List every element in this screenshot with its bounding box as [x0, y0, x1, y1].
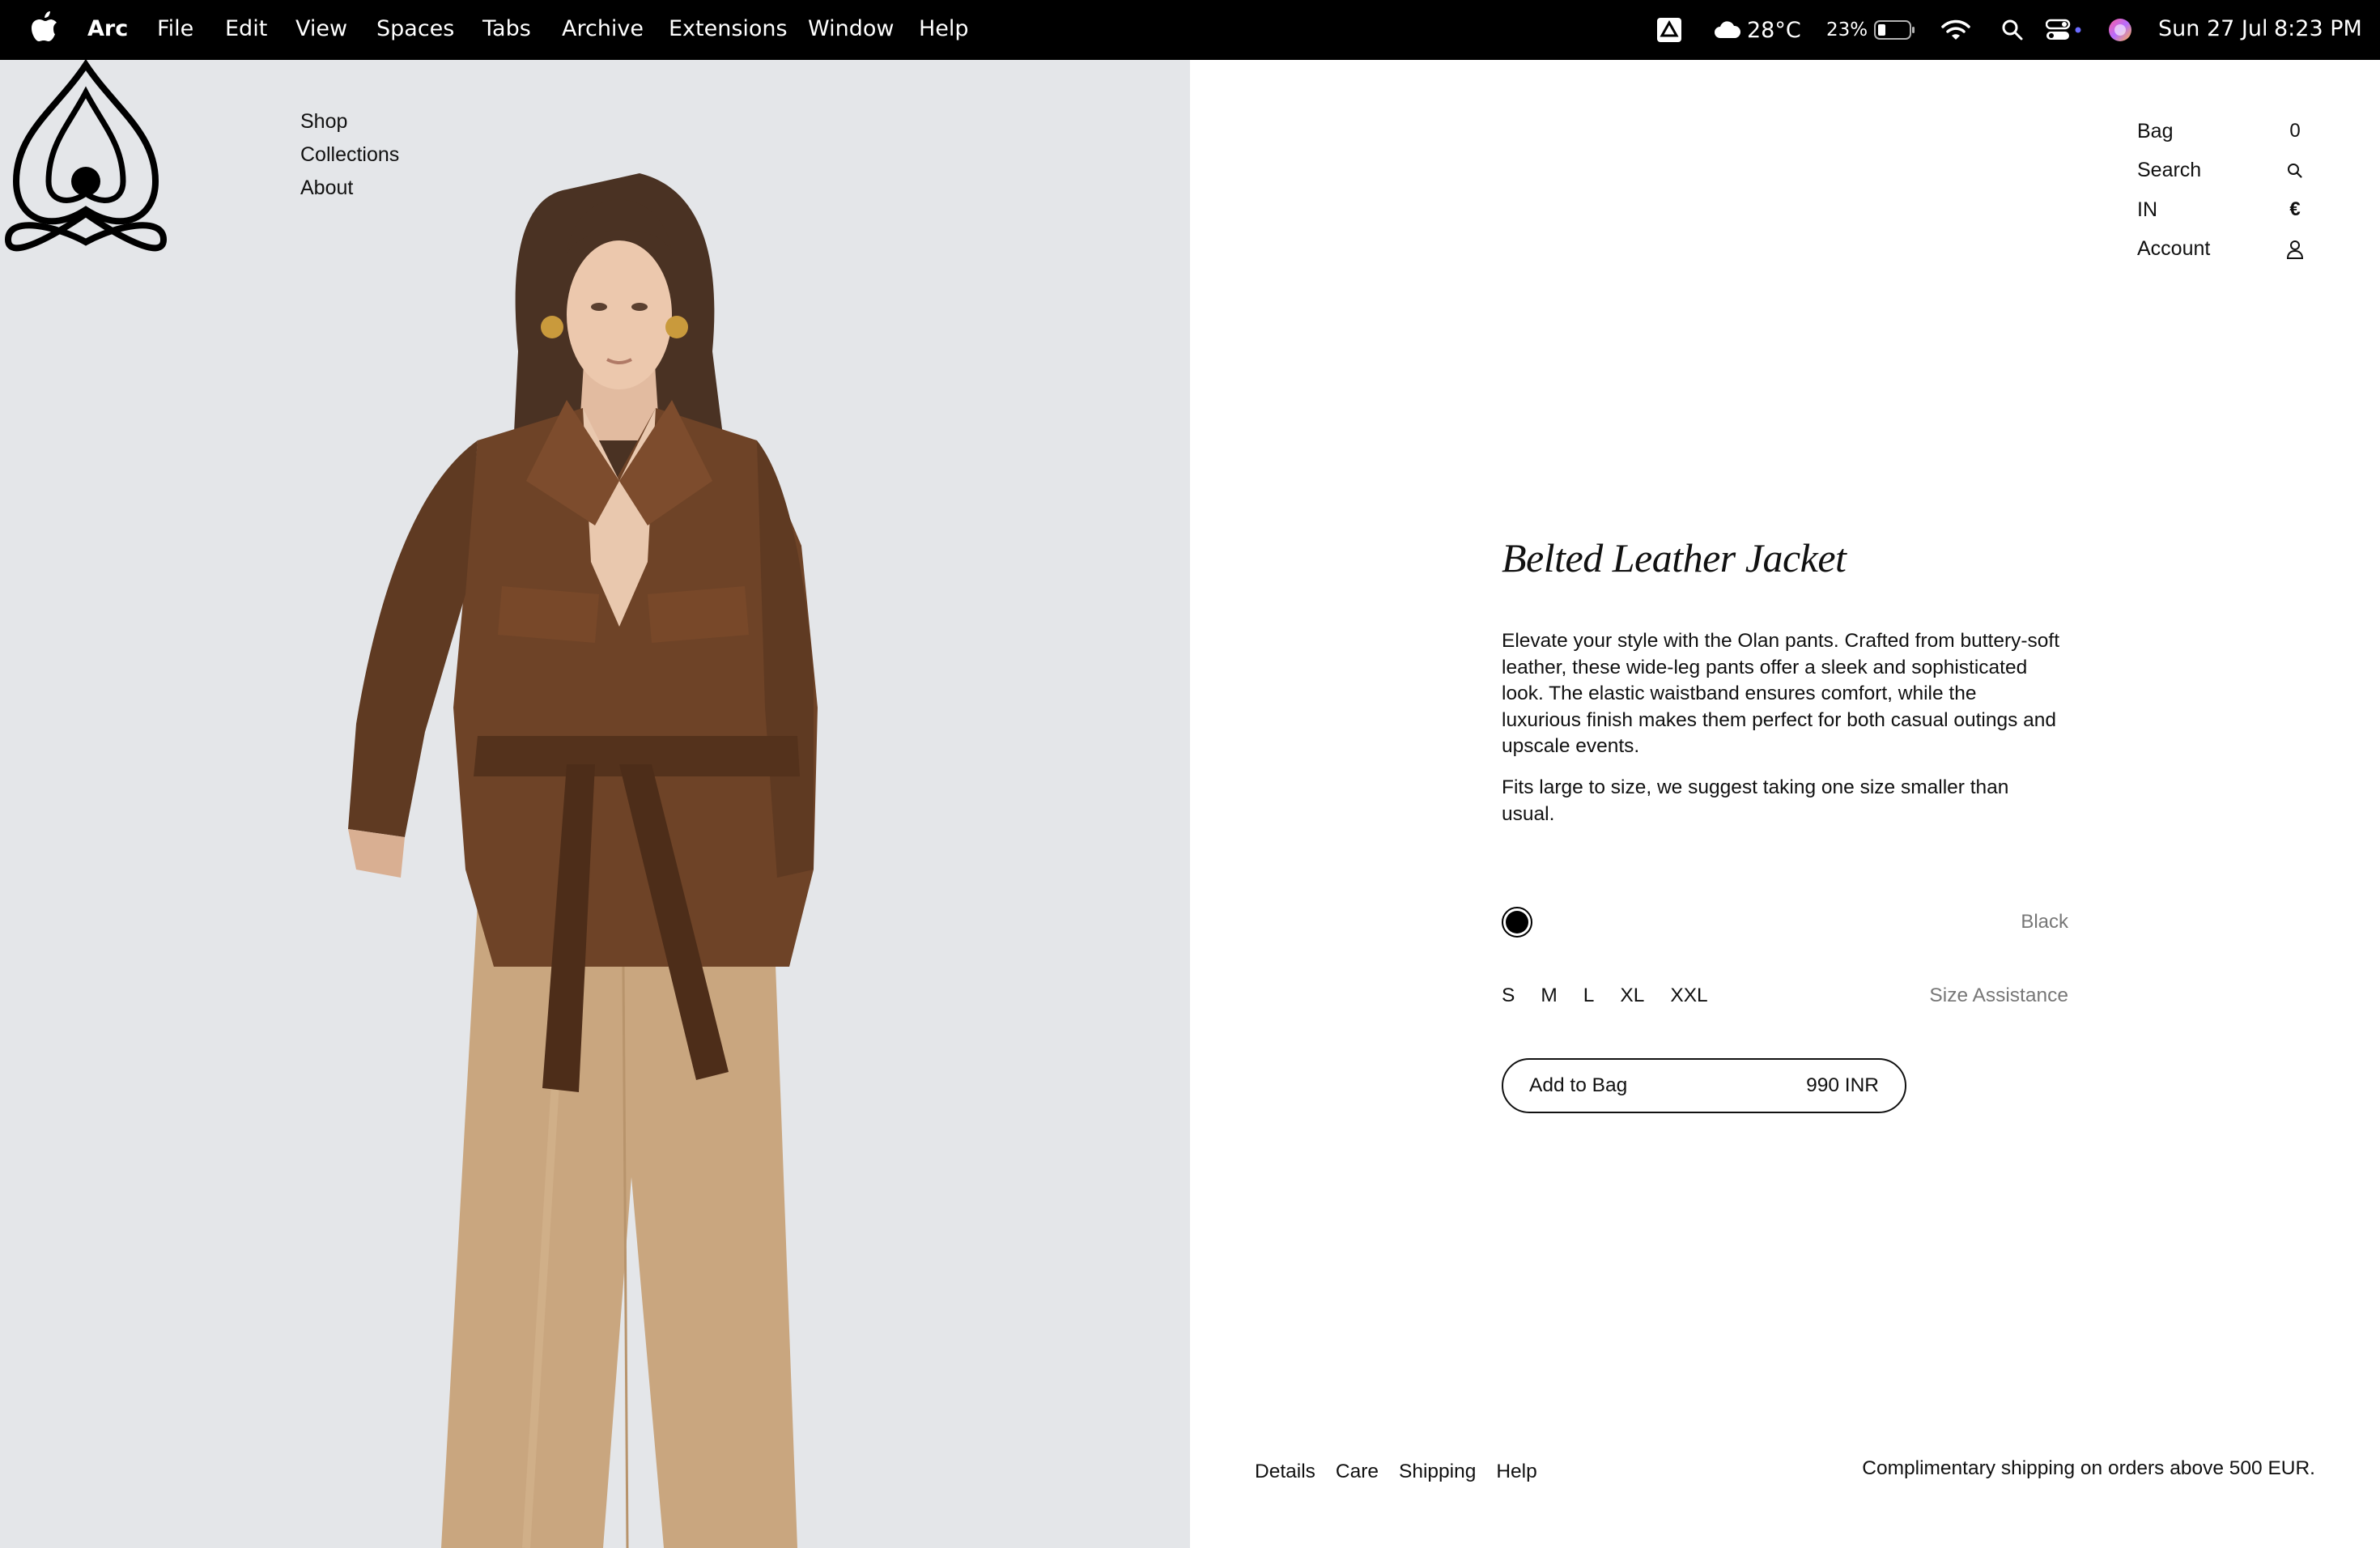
account-label: Account	[2137, 237, 2211, 261]
user-icon	[2283, 240, 2307, 259]
region-label: IN	[2137, 198, 2157, 221]
menu-archive[interactable]: Archive	[562, 16, 644, 41]
currency-symbol: €	[2289, 198, 2301, 221]
search-icon	[2283, 163, 2307, 179]
size-selector: S M L XL XXL Size Assistance	[1502, 980, 2068, 1012]
size-options: S M L XL XXL	[1502, 985, 1734, 1007]
color-swatch-fill	[1506, 911, 1528, 933]
add-to-bag-button[interactable]: Add to Bag 990 INR	[1502, 1058, 1906, 1113]
weather-widget[interactable]: 28°C	[1713, 0, 1801, 60]
footer-link-care[interactable]: Care	[1336, 1461, 1379, 1483]
footer-link-shipping[interactable]: Shipping	[1399, 1461, 1476, 1483]
product-title: Belted Leather Jacket	[1502, 535, 1847, 580]
size-option-s[interactable]: S	[1502, 985, 1515, 1007]
drive-icon[interactable]	[1656, 0, 1682, 60]
menubar-date[interactable]: Sun 27 Jul	[2158, 16, 2267, 41]
menu-spaces[interactable]: Spaces	[376, 16, 454, 41]
size-option-xxl[interactable]: XXL	[1670, 985, 1707, 1007]
menu-window[interactable]: Window	[808, 16, 894, 41]
region-selector[interactable]: IN €	[2137, 190, 2307, 230]
utility-nav: Bag 0 Search IN € Account	[2137, 112, 2307, 269]
bag-link[interactable]: Bag 0	[2137, 112, 2307, 151]
product-photo: Shop Collections About	[0, 60, 1190, 1548]
main-nav: Shop Collections About	[300, 105, 399, 205]
search-link[interactable]: Search	[2137, 151, 2307, 191]
size-option-l[interactable]: L	[1583, 985, 1595, 1007]
footer-link-details[interactable]: Details	[1255, 1461, 1315, 1483]
apple-logo-icon[interactable]	[31, 11, 58, 44]
menu-view[interactable]: View	[295, 16, 347, 41]
search-label: Search	[2137, 159, 2202, 182]
menu-file[interactable]: File	[157, 16, 193, 41]
shipping-note: Complimentary shipping on orders above 5…	[1862, 1457, 2315, 1479]
control-center-icon[interactable]	[2046, 0, 2083, 60]
spotlight-search-icon[interactable]	[2001, 0, 2024, 60]
siri-icon[interactable]	[2107, 0, 2133, 60]
product-description-block: Elevate your style with the Olan pants. …	[1502, 628, 2060, 827]
nav-link-collections[interactable]: Collections	[300, 138, 399, 172]
bag-label: Bag	[2137, 119, 2174, 142]
product-price: 990 INR	[1806, 1074, 1879, 1096]
bag-count: 0	[2289, 120, 2301, 142]
macos-menu-bar: Arc File Edit View Spaces Tabs Archive E…	[0, 0, 2380, 60]
account-link[interactable]: Account	[2137, 230, 2307, 270]
product-description: Elevate your style with the Olan pants. …	[1502, 630, 2060, 758]
menu-extensions[interactable]: Extensions	[669, 16, 788, 41]
battery-widget[interactable]: 23%	[1826, 0, 1916, 60]
wifi-icon[interactable]	[1941, 0, 1970, 60]
menu-app-arc[interactable]: Arc	[87, 16, 128, 41]
color-selector: Black	[1502, 904, 2068, 941]
battery-icon	[1874, 20, 1915, 40]
product-info: Belted Leather Jacket Elevate your style…	[1502, 534, 2068, 1113]
add-to-bag-label: Add to Bag	[1529, 1074, 1628, 1096]
weather-temp: 28°C	[1747, 17, 1801, 43]
menu-tabs[interactable]: Tabs	[482, 16, 531, 41]
menu-edit[interactable]: Edit	[225, 16, 267, 41]
size-assistance-link[interactable]: Size Assistance	[1929, 985, 2068, 1007]
battery-percent: 23%	[1826, 19, 1868, 40]
menu-help[interactable]: Help	[919, 16, 969, 41]
footer-link-help[interactable]: Help	[1496, 1461, 1536, 1483]
cloud-icon	[1715, 21, 1741, 38]
nav-link-about[interactable]: About	[300, 172, 399, 205]
size-option-xl[interactable]: XL	[1620, 985, 1644, 1007]
brand-logo-icon[interactable]	[0, 60, 172, 262]
footer-links: Details Care Shipping Help	[1255, 1461, 1558, 1483]
model-illustration	[0, 60, 1190, 1548]
color-swatch-black[interactable]	[1502, 907, 1532, 938]
selected-color-name: Black	[2021, 911, 2068, 933]
fit-note: Fits large to size, we suggest taking on…	[1502, 776, 2009, 825]
size-option-m[interactable]: M	[1541, 985, 1557, 1007]
menubar-time[interactable]: 8:23 PM	[2274, 16, 2362, 41]
nav-link-shop[interactable]: Shop	[300, 105, 399, 138]
